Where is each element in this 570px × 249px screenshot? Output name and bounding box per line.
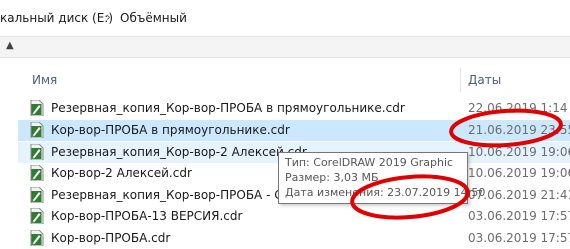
breadcrumb-folder[interactable]: Объёмный — [120, 11, 187, 25]
coreldraw-file-icon — [30, 122, 44, 138]
toolbar-strip: ▲ — [0, 37, 570, 58]
file-row[interactable]: Кор-вор-ПРОБА-13 ВЕРСИЯ.cdr 03.06.2019 17… — [18, 206, 570, 227]
collapse-caret-icon[interactable]: ▲ — [6, 40, 14, 51]
column-header: Имя Даты — [0, 68, 570, 92]
column-name-header[interactable]: Имя — [32, 73, 57, 87]
file-name: Кор-вор-2 Алексей.cdr — [51, 166, 192, 180]
tooltip-size: Размер: 3,03 МБ — [285, 171, 379, 184]
file-row[interactable]: Кор-вор-ПРОБА.cdr 03.06.2019 17:57 — [18, 228, 570, 249]
tooltip-type: Тип: CorelDRAW 2019 Graphic — [285, 156, 454, 169]
file-date: 10.06.2019 19:06 — [468, 166, 570, 180]
column-divider[interactable] — [460, 68, 461, 92]
coreldraw-file-icon — [30, 165, 44, 181]
file-date: 21.06.2019 23:55 — [468, 123, 570, 137]
coreldraw-file-icon — [30, 230, 44, 246]
coreldraw-file-icon — [30, 187, 44, 203]
coreldraw-file-icon — [30, 144, 44, 160]
file-date: 03.06.2019 17:57 — [468, 231, 570, 245]
breadcrumb-drive[interactable]: кальный диск (E:) — [0, 11, 113, 25]
column-date-header[interactable]: Даты — [468, 73, 501, 87]
file-name: Кор-вор-ПРОБА.cdr — [51, 231, 171, 245]
address-bar[interactable]: кальный диск (E:) › Объёмный — [0, 0, 570, 37]
file-info-tooltip: Тип: CorelDRAW 2019 Graphic Размер: 3,03… — [278, 152, 485, 204]
tooltip-modified: Дата изменения: 23.07.2019 14:50 — [285, 186, 486, 199]
file-name: Кор-вор-ПРОБА в прямоугольнике.cdr — [51, 123, 290, 137]
file-name: Резервная_копия_Кор-вор-2 Алексей.cdr — [51, 145, 307, 159]
file-row[interactable]: Кор-вор-ПРОБА в прямоугольнике.cdr 21.06.… — [18, 120, 570, 141]
file-name: Резервная_копия_Кор-вор-ПРОБА - С МЕ — [51, 188, 305, 202]
breadcrumb-separator-icon[interactable]: › — [106, 10, 111, 24]
file-date: 10.06.2019 19:06 — [468, 145, 570, 159]
file-date: 03.06.2019 17:57 — [468, 209, 570, 223]
coreldraw-file-icon — [30, 208, 44, 224]
file-date: 22.06.2019 1:14 — [468, 101, 568, 115]
coreldraw-file-icon — [30, 100, 44, 116]
file-name: Резервная_копия_Кор-вор-ПРОБА в прямоуго… — [51, 101, 405, 115]
file-name: Кор-вор-ПРОБА-13 ВЕРСИЯ.cdr — [51, 209, 243, 223]
file-row[interactable]: Резервная_копия_Кор-вор-ПРОБА в прямоуго… — [18, 98, 570, 119]
